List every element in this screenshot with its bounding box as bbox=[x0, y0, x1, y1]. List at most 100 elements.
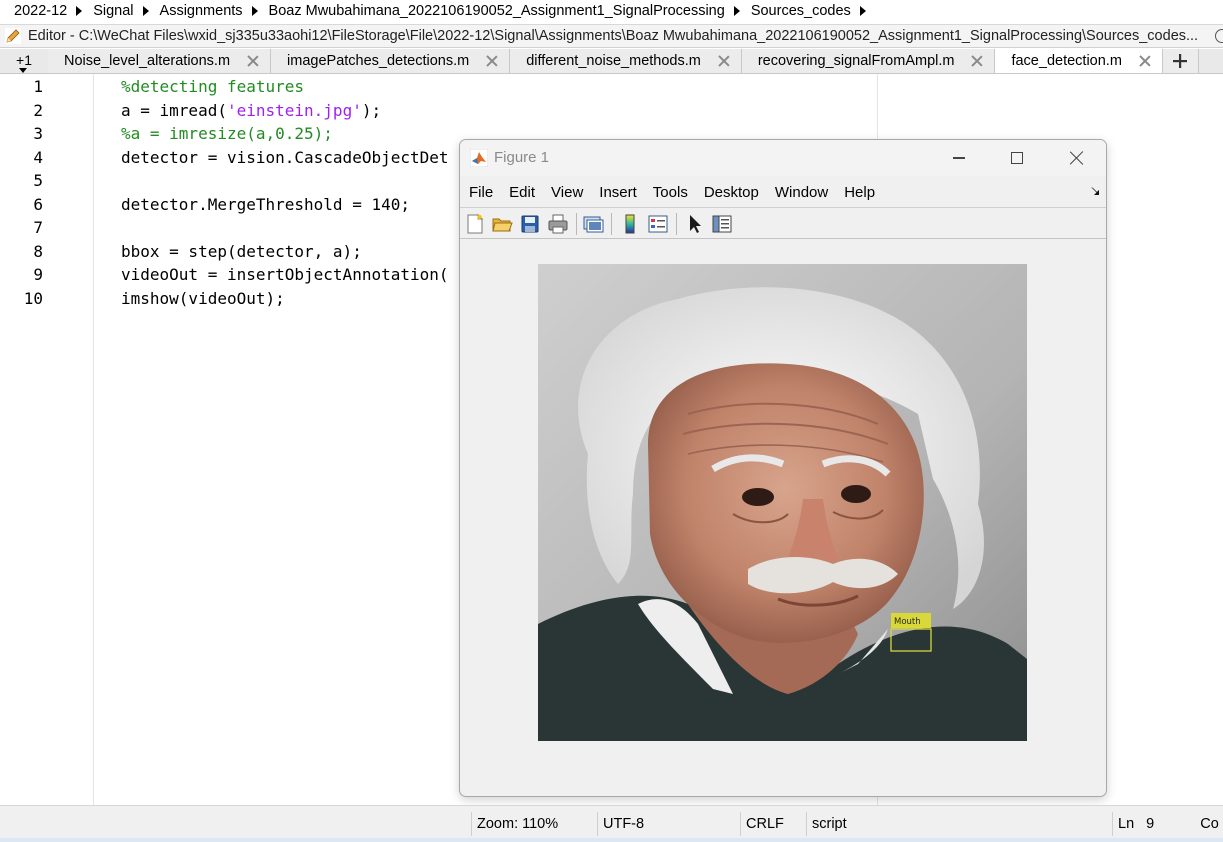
code-line[interactable]: 2 a = imread('einstein.jpg'); bbox=[0, 99, 381, 123]
figure-menu-view[interactable]: View bbox=[551, 184, 583, 201]
breadcrumb: 2022-12 Signal Assignments Boaz Mwubahimana… bbox=[0, 0, 1223, 22]
code-text: bbox = step(detector, a); bbox=[121, 242, 362, 261]
print-icon[interactable] bbox=[547, 213, 569, 235]
code-token: detector.MergeThreshold = 140; bbox=[121, 194, 410, 214]
line-number: 5 bbox=[33, 171, 43, 191]
code-text: a = imread('einstein.jpg'); bbox=[121, 101, 381, 120]
code-token: videoOut = insertObjectAnnotation( bbox=[121, 265, 449, 285]
breadcrumb-label: 2022-12 bbox=[14, 3, 68, 19]
maximize-icon bbox=[1011, 152, 1023, 164]
code-line[interactable]: 5 bbox=[0, 169, 43, 193]
editor-title: Editor - C:\WeChat Files\wxid_sj335u33ao… bbox=[28, 28, 1199, 44]
status-encoding: UTF-8 bbox=[597, 812, 740, 836]
code-line[interactable]: 3 %a = imresize(a,0.25); bbox=[0, 122, 333, 146]
line-number: 4 bbox=[33, 147, 43, 167]
code-line[interactable]: 1 %detecting features bbox=[0, 75, 304, 99]
dock-arrow-icon[interactable] bbox=[1090, 186, 1100, 196]
figure-menu-window[interactable]: Window bbox=[775, 184, 828, 201]
annotation-label: Mouth bbox=[894, 617, 921, 627]
figure-menu-insert[interactable]: Insert bbox=[599, 184, 637, 201]
code-text: detector.MergeThreshold = 140; bbox=[121, 195, 410, 214]
figure-menubar: File Edit View Insert Tools Desktop Window Help bbox=[460, 178, 1106, 206]
figure-titlebar[interactable]: Figure 1 bbox=[460, 140, 1106, 176]
close-icon[interactable] bbox=[246, 54, 260, 68]
chevron-right-icon[interactable] bbox=[142, 6, 149, 16]
line-number: 7 bbox=[33, 218, 43, 238]
editor-tab[interactable]: imagePatches_detections.m bbox=[271, 49, 511, 73]
figure-title: Figure 1 bbox=[494, 149, 550, 166]
editor-tab[interactable]: different_noise_methods.m bbox=[510, 49, 742, 73]
breadcrumb-item[interactable]: Assignments bbox=[160, 3, 269, 19]
link-figure-icon[interactable] bbox=[582, 213, 604, 235]
line-number: 3 bbox=[33, 124, 43, 144]
close-icon[interactable] bbox=[970, 54, 984, 68]
save-icon[interactable] bbox=[519, 213, 541, 235]
chevron-right-icon[interactable] bbox=[76, 6, 83, 16]
code-line[interactable]: 9 videoOut = insertObjectAnnotation( bbox=[0, 263, 448, 287]
figure-menu-desktop[interactable]: Desktop bbox=[704, 184, 759, 201]
toolbar-separator bbox=[576, 213, 577, 235]
figure-menu-file[interactable]: File bbox=[469, 184, 493, 201]
figure-menu-help[interactable]: Help bbox=[844, 184, 875, 201]
line-number: 10 bbox=[23, 288, 43, 308]
breadcrumb-item[interactable]: Sources_codes bbox=[751, 3, 877, 19]
legend-icon[interactable] bbox=[647, 213, 669, 235]
open-file-icon[interactable] bbox=[491, 213, 513, 235]
code-line[interactable]: 6 detector.MergeThreshold = 140; bbox=[0, 193, 410, 217]
figure-window[interactable]: Figure 1 File Edit View Insert Tools Desktop W… bbox=[459, 139, 1107, 797]
editor-titlebar: Editor - C:\WeChat Files\wxid_sj335u33ao… bbox=[0, 24, 1223, 48]
code-token: detector = vision.CascadeObjectDet bbox=[121, 147, 449, 167]
status-col-label: Co bbox=[1200, 816, 1219, 832]
close-icon[interactable] bbox=[1138, 54, 1152, 68]
close-icon[interactable] bbox=[717, 54, 731, 68]
expand-icon[interactable] bbox=[1215, 29, 1223, 43]
status-position: Ln 9 Co bbox=[1112, 812, 1223, 836]
code-line[interactable]: 10 imshow(videoOut); bbox=[0, 287, 285, 311]
code-comment: %a = imresize(a,0.25); bbox=[121, 124, 333, 144]
line-number: 1 bbox=[33, 77, 43, 97]
code-line[interactable]: 8 bbox = step(detector, a); bbox=[0, 240, 361, 264]
code-text: imshow(videoOut); bbox=[121, 289, 285, 308]
editor-tab[interactable]: recovering_signalFromAmpl.m bbox=[741, 49, 996, 73]
figure-toolbar bbox=[460, 207, 1106, 239]
close-button[interactable] bbox=[1053, 143, 1099, 173]
breadcrumb-item[interactable]: Signal bbox=[93, 3, 159, 19]
minimize-button[interactable] bbox=[936, 143, 982, 173]
figure-menu-edit[interactable]: Edit bbox=[509, 184, 535, 201]
pointer-icon[interactable] bbox=[684, 213, 706, 235]
code-text: videoOut = insertObjectAnnotation( bbox=[121, 265, 449, 284]
code-line[interactable]: 4 detector = vision.CascadeObjectDet bbox=[0, 146, 448, 170]
property-inspector-icon[interactable] bbox=[711, 213, 733, 235]
matlab-window: 2022-12 Signal Assignments Boaz Mwubahimana… bbox=[0, 0, 1223, 842]
close-icon[interactable] bbox=[485, 54, 499, 68]
chevron-right-icon[interactable] bbox=[859, 6, 866, 16]
code-text: detector = vision.CascadeObjectDet bbox=[121, 148, 449, 167]
figure-menu-tools[interactable]: Tools bbox=[653, 184, 688, 201]
figure-image-axes[interactable]: Mouth bbox=[538, 264, 1027, 741]
code-text: %a = imresize(a,0.25); bbox=[121, 124, 333, 143]
breadcrumb-label: Sources_codes bbox=[750, 3, 851, 19]
colorbar-icon[interactable] bbox=[619, 213, 641, 235]
add-tab-button[interactable] bbox=[1162, 49, 1199, 73]
breadcrumb-item[interactable]: 2022-12 bbox=[14, 3, 93, 19]
status-zoom: Zoom: 110% bbox=[471, 812, 597, 836]
editor-tabbar: +1 Noise_level_alterations.m imagePatches… bbox=[0, 49, 1223, 74]
chevron-right-icon[interactable] bbox=[733, 6, 740, 16]
code-token: bbox = step(detector, a); bbox=[121, 241, 362, 261]
line-number: 2 bbox=[33, 100, 43, 120]
maximize-button[interactable] bbox=[994, 143, 1040, 173]
code-token: ); bbox=[361, 100, 382, 120]
status-bar: Zoom: 110% UTF-8 CRLF script Ln 9 Co bbox=[0, 805, 1223, 842]
editor-tab[interactable]: Noise_level_alterations.m bbox=[48, 49, 272, 73]
code-comment: %detecting features bbox=[121, 77, 305, 97]
editor-tab-label: Noise_level_alterations.m bbox=[64, 53, 231, 69]
chevron-right-icon[interactable] bbox=[251, 6, 258, 16]
code-line[interactable]: 7 bbox=[0, 216, 43, 240]
tab-overflow-button[interactable]: +1 bbox=[0, 48, 48, 73]
new-figure-icon[interactable] bbox=[464, 213, 486, 235]
breadcrumb-item[interactable]: Boaz Mwubahimana_2022106190052_Assignmen… bbox=[269, 3, 751, 19]
editor-tab[interactable]: face_detection.m bbox=[995, 49, 1163, 73]
pencil-icon bbox=[4, 27, 22, 45]
toolbar-separator bbox=[676, 213, 677, 235]
matlab-logo-icon bbox=[470, 149, 488, 167]
